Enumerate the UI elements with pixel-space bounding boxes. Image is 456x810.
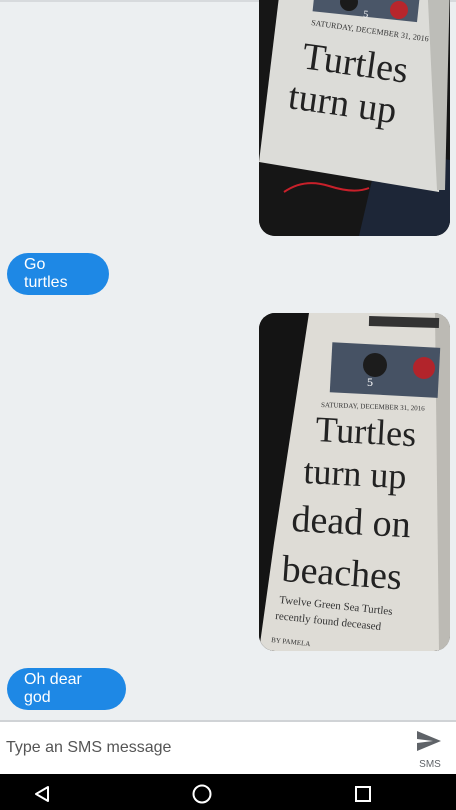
home-icon (192, 784, 212, 804)
home-button[interactable] (188, 780, 216, 808)
photo-headline-line-2: turn up (303, 451, 408, 496)
text-message-bubble[interactable]: Oh dear god (7, 668, 126, 710)
message-thread[interactable]: 5 SATURDAY, DECEMBER 31, 2016 Turtles tu… (0, 0, 456, 720)
sms-message-input[interactable] (0, 722, 400, 774)
photo-jersey-number: 5 (367, 375, 373, 389)
send-button[interactable]: SMS (414, 728, 446, 772)
recents-button[interactable] (349, 780, 377, 808)
send-label: SMS (419, 759, 441, 770)
image-message[interactable]: 5 SATURDAY, DECEMBER 31, 2016 Turtles tu… (259, 313, 450, 651)
back-icon (35, 786, 49, 802)
text-message-bubble[interactable]: Go turtles (7, 253, 109, 295)
message-text: Oh dear god (24, 671, 82, 706)
message-composer: SMS (0, 720, 456, 774)
send-icon (417, 731, 441, 751)
newspaper-photo: 5 SATURDAY, DECEMBER 31, 2016 Turtles tu… (259, 313, 450, 651)
photo-headline-line-1: Turtles (315, 409, 418, 454)
back-button[interactable] (28, 780, 56, 808)
photo-headline-line-3: dead on (291, 498, 412, 546)
system-navigation-bar (0, 774, 456, 810)
recents-icon (355, 786, 371, 802)
image-message[interactable]: 5 SATURDAY, DECEMBER 31, 2016 Turtles tu… (259, 0, 450, 236)
newspaper-photo: 5 SATURDAY, DECEMBER 31, 2016 Turtles tu… (259, 0, 450, 236)
photo-headline-line-4: beaches (280, 548, 403, 598)
message-text: Go turtles (24, 256, 68, 291)
